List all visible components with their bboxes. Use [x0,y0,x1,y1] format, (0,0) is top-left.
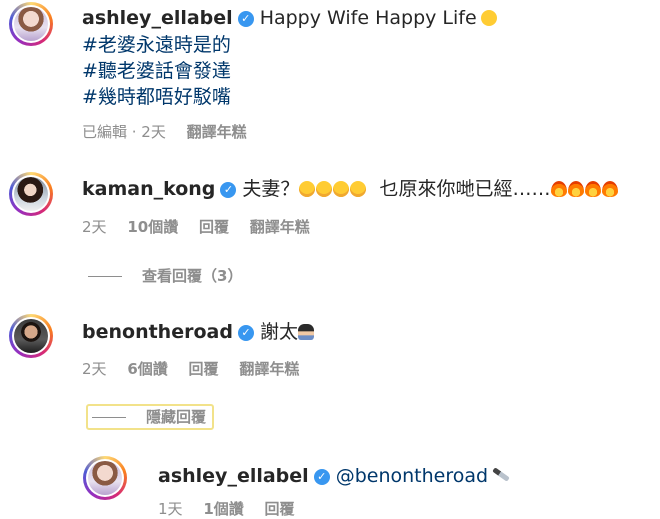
reply-button[interactable]: 回覆 [189,360,219,378]
fire-emoji-icon [601,181,618,197]
likes-count[interactable]: 6個讚 [127,360,167,378]
hashtag-link[interactable]: #老婆永遠時是的 [82,32,231,58]
view-replies-button[interactable]: 查看回覆（3） [88,265,242,286]
translate-button[interactable]: 翻譯年糕 [187,123,247,141]
edited-timestamp: 已編輯 · 2天 [82,123,166,141]
avatar[interactable] [9,2,53,46]
comment-meta: 2天 6個讚 回覆 翻譯年糕 [82,358,315,379]
fire-emoji-icon [550,181,567,197]
reply-button[interactable]: 回覆 [199,218,229,236]
username-link[interactable]: kaman_kong [82,178,215,200]
verified-badge-icon: ✓ [237,11,254,27]
translate-button[interactable]: 翻譯年糕 [250,218,310,236]
avatar-image [14,177,48,211]
comment-text: 謝太 [259,321,298,343]
avatar[interactable] [9,314,53,358]
verified-badge-icon: ✓ [313,469,330,485]
fire-emoji-icon [567,181,584,197]
wow-emoji-icon [350,181,367,197]
hide-replies-highlight: 隱藏回覆 [86,404,215,430]
verified-badge-icon: ✓ [220,182,237,198]
person-emoji-icon [297,324,314,340]
view-replies-label: 查看回覆（3） [142,267,243,285]
thread-dash [92,417,126,418]
wow-emoji-icon [316,181,333,197]
hide-replies-label: 隱藏回覆 [146,408,207,426]
translate-button[interactable]: 翻譯年糕 [239,360,299,378]
timestamp: 1天 [158,500,183,518]
likes-count[interactable]: 1個讚 [203,500,243,518]
username-link[interactable]: ashley_ellabel [82,7,233,29]
comment-text: Happy Wife Happy Life [259,7,477,29]
hashtag-link[interactable]: #幾時都唔好駁嘴 [82,84,231,110]
hashtag-link[interactable]: #聽老婆話會發達 [82,58,231,84]
fire-emoji-icon [584,181,601,197]
comment-meta: 1天 1個讚 回覆 [158,498,311,519]
wow-emoji-icon [333,181,350,197]
comment-line: benontheroad ✓ 謝太 [82,320,315,344]
avatar[interactable] [83,456,127,500]
avatar-image [88,461,122,495]
wow-emoji-icon [299,181,316,197]
thread-dash [88,276,122,277]
comment-line: ashley_ellabel ✓ Happy Wife Happy Life [82,6,498,30]
verified-badge-icon: ✓ [237,325,254,341]
mention-link[interactable]: @benontheroad [336,465,488,487]
timestamp: 2天 [82,360,107,378]
avatar-image [14,7,48,41]
comment-line: ashley_ellabel ✓ @benontheroad [158,463,511,489]
hide-replies-button[interactable]: 隱藏回覆 [86,404,215,430]
comment-meta: 已編輯 · 2天 翻譯年糕 [82,121,263,142]
username-link[interactable]: ashley_ellabel [158,465,309,487]
knife-emoji-icon [492,467,510,482]
likes-count[interactable]: 10個讚 [127,218,178,236]
username-link[interactable]: benontheroad [82,321,233,343]
avatar-image [14,319,48,353]
reply-button[interactable]: 回覆 [265,500,295,518]
avatar[interactable] [9,172,53,216]
comment-meta: 2天 10個讚 回覆 翻譯年糕 [82,216,326,237]
smile-emoji-icon [480,10,497,26]
comment-line: kaman_kong ✓ 夫妻？ 乜原來你哋已經…… [82,177,619,201]
timestamp: 2天 [82,218,107,236]
comment-text: 夫妻？ [242,178,300,200]
comment-text: 乜原來你哋已經…… [379,178,551,200]
